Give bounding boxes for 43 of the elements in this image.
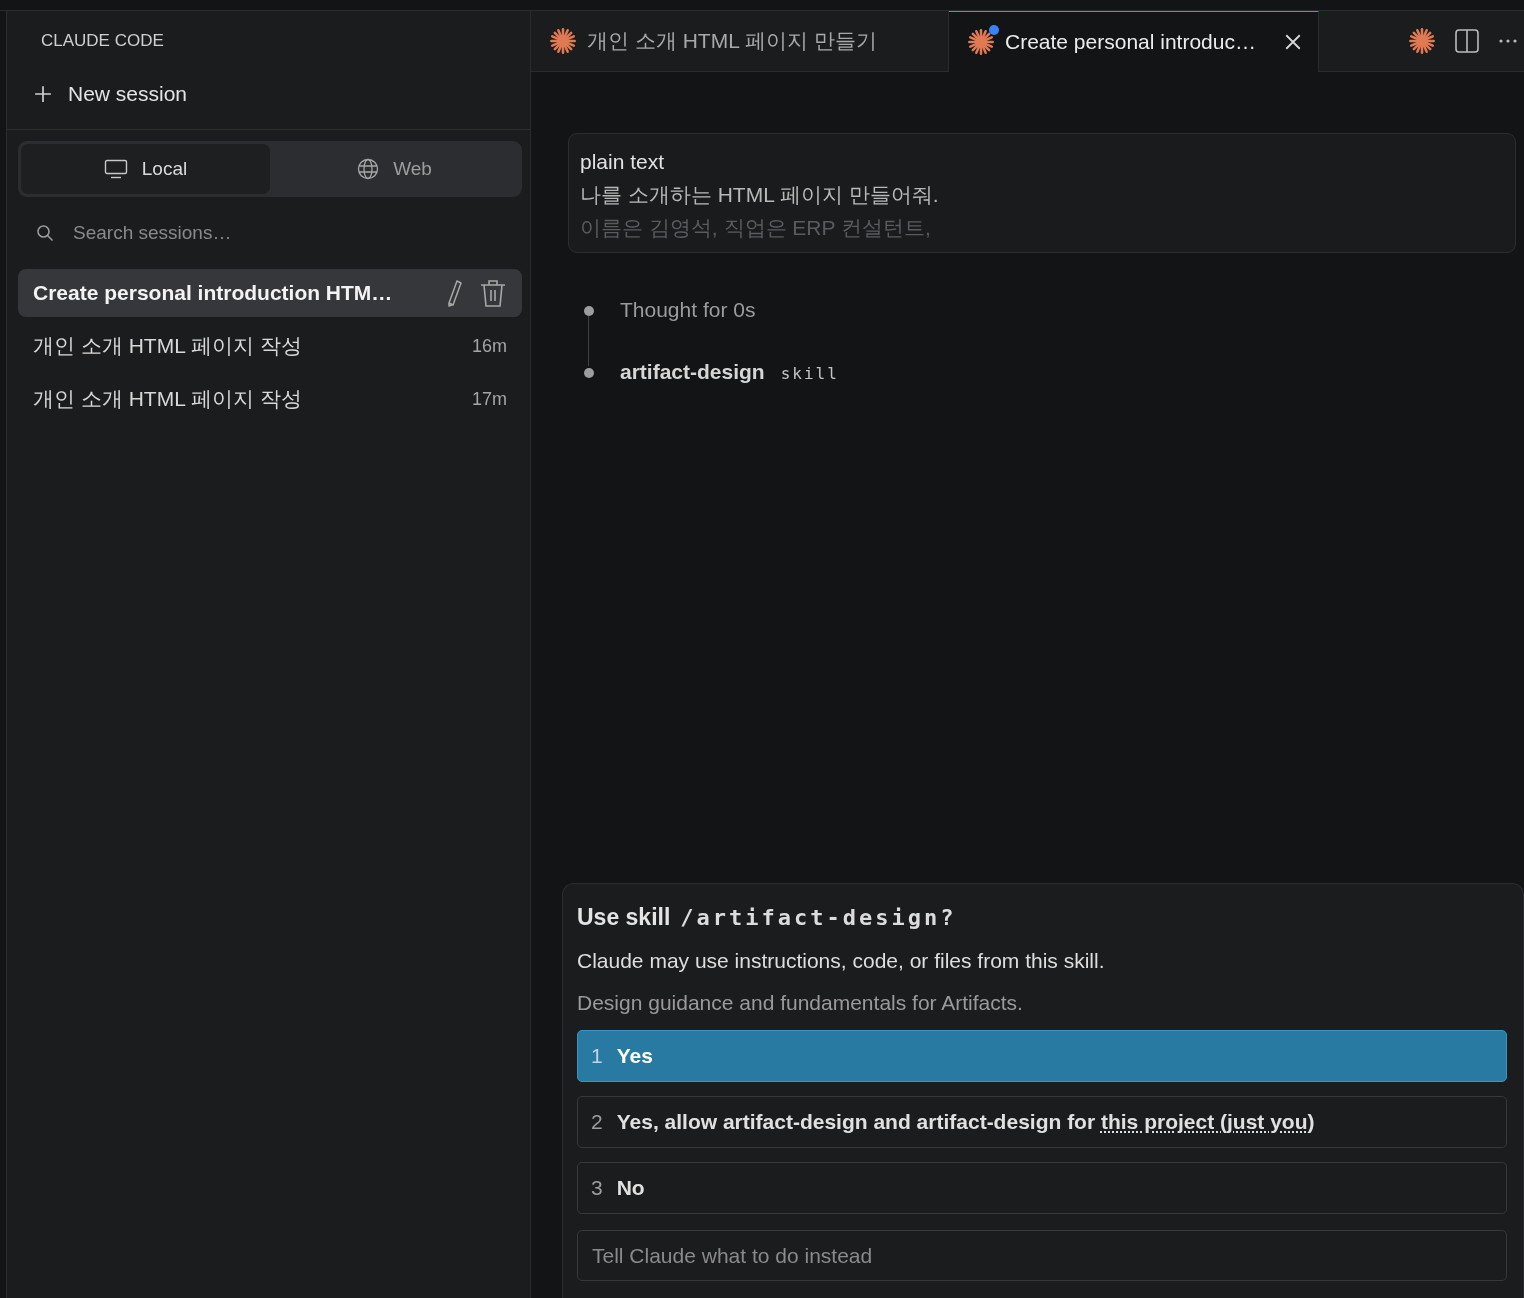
editor-tab[interactable]: Create personal introduc… bbox=[949, 11, 1319, 72]
new-session-button[interactable]: New session bbox=[7, 67, 188, 121]
prompt-title: Use skill bbox=[577, 904, 671, 931]
asterisk-icon bbox=[967, 28, 995, 56]
asterisk-icon bbox=[549, 26, 577, 55]
session-title: Create personal introduction HTM… bbox=[33, 281, 394, 305]
skill-description: Design guidance and fundamentals for Artifacts. bbox=[577, 991, 1024, 1015]
thought-text: Thought for 0s bbox=[620, 298, 756, 322]
session-item[interactable]: Create personal introduction HTM… bbox=[18, 269, 522, 317]
asterisk-icon bbox=[1408, 26, 1436, 55]
option-button[interactable]: 3 No bbox=[577, 1162, 1507, 1214]
sidebar-title: CLAUDE CODE bbox=[40, 30, 165, 52]
session-item[interactable]: 개인 소개 HTML 페이지 작성 16m bbox=[18, 322, 522, 370]
status-dot bbox=[989, 25, 999, 35]
session-item[interactable]: 개인 소개 HTML 페이지 작성 17m bbox=[18, 375, 522, 423]
close-icon bbox=[1284, 33, 1302, 51]
plus-icon bbox=[34, 85, 52, 103]
session-time: 17m bbox=[472, 388, 507, 410]
scope-link[interactable]: this project (just you) bbox=[1100, 1110, 1315, 1133]
instruction-field[interactable]: Tell Claude what to do instead bbox=[577, 1230, 1507, 1281]
monitor-icon bbox=[103, 159, 128, 179]
skill-name: artifact-design bbox=[620, 360, 765, 384]
session-title: 개인 소개 HTML 페이지 작성 bbox=[33, 386, 303, 412]
skill-tag: skill bbox=[780, 364, 839, 383]
mode-tab[interactable]: Local bbox=[21, 144, 270, 194]
message-line: plain text bbox=[580, 149, 666, 175]
split-editor-icon bbox=[1454, 27, 1480, 54]
skill-command: /artifact-design? bbox=[680, 905, 957, 930]
prompt-description: Claude may use instructions, code, or files from this skill. bbox=[577, 949, 1106, 973]
step-bullet bbox=[584, 368, 594, 378]
trash-icon bbox=[479, 278, 507, 308]
search-icon bbox=[36, 224, 54, 242]
step-bullet bbox=[584, 306, 594, 316]
session-time: 16m bbox=[472, 335, 507, 357]
session-title: 개인 소개 HTML 페이지 작성 bbox=[33, 333, 303, 359]
mode-tab[interactable]: Web bbox=[270, 144, 519, 194]
option-button[interactable]: 2 Yes, allow artifact-design and artifact-design for this project (just you) bbox=[577, 1096, 1507, 1148]
option-button[interactable]: 1 Yes bbox=[577, 1030, 1507, 1082]
more-icon bbox=[1498, 37, 1518, 44]
globe-icon bbox=[357, 158, 380, 180]
search-field[interactable]: Search sessions… bbox=[71, 221, 455, 245]
message-line: 나를 소개하는 HTML 페이지 만들어줘. bbox=[580, 182, 940, 208]
message-line: 이름은 김영석, 직업은 ERP 컨설턴트, bbox=[580, 215, 932, 241]
